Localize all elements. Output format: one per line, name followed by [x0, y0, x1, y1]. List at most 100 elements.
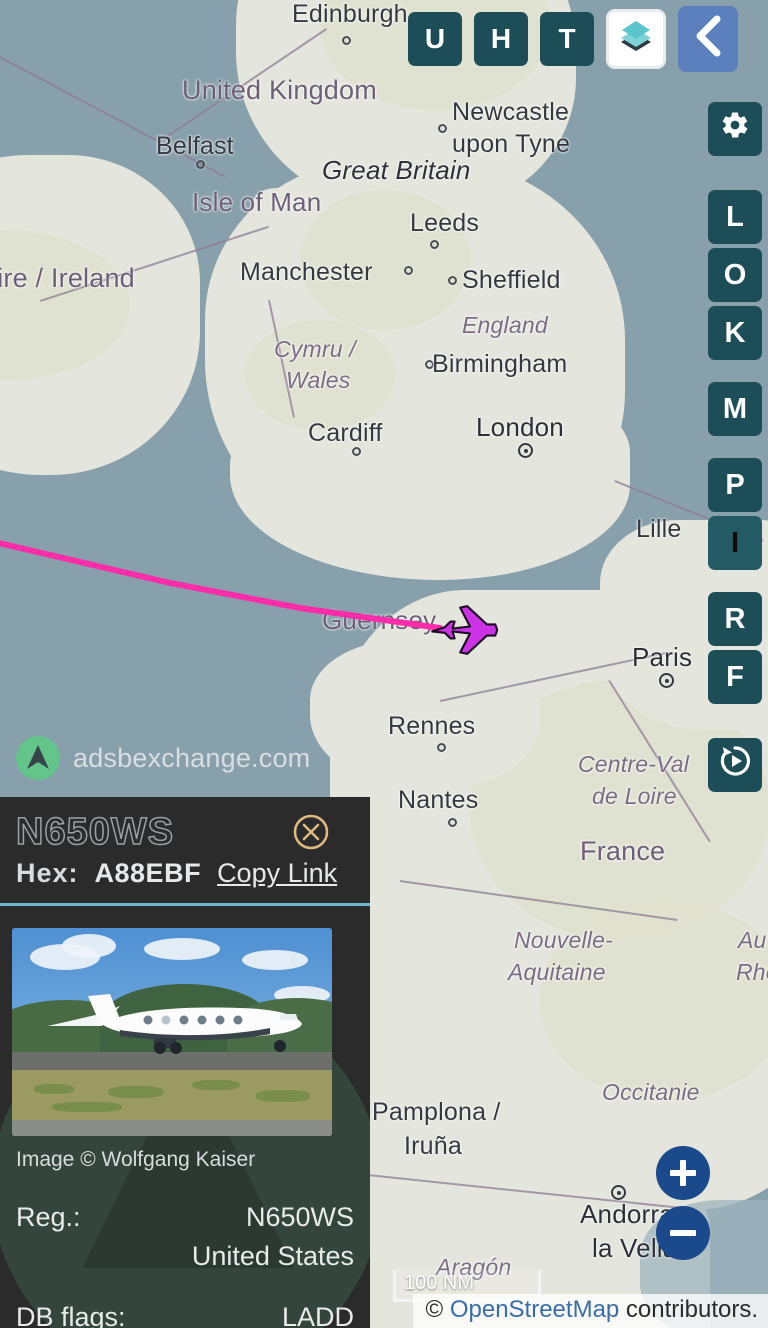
sidebar-button-l[interactable]: L	[708, 190, 762, 244]
hex-label: Hex:	[16, 858, 79, 888]
map-label: Cymru /	[274, 336, 356, 362]
map-label: Leeds	[410, 209, 480, 237]
layers-button[interactable]	[606, 9, 666, 69]
info-row-value: N650WS	[245, 1202, 354, 1232]
openstreetmap-link[interactable]: OpenStreetMap	[450, 1296, 619, 1323]
map-label: London	[476, 412, 564, 442]
map-capital-dot	[611, 1185, 626, 1200]
photo-grass-tuft	[52, 1102, 122, 1112]
map-label: Aquitaine	[508, 959, 606, 985]
photo-grass-tuft	[256, 1090, 310, 1102]
map-capital-dot	[518, 443, 533, 458]
info-row-registration: Reg.: N650WS	[12, 1202, 358, 1233]
flight-tracker-app: Edinburgh United Kingdom Newcastle upon Tyn…	[0, 0, 768, 1328]
info-row-key: Reg.:	[16, 1202, 81, 1232]
map-label: Lille	[636, 515, 682, 543]
map-city-dot	[448, 276, 457, 285]
toolbar-button-t[interactable]: T	[540, 12, 594, 66]
replay-history-icon	[718, 744, 752, 786]
photo-cloud	[242, 950, 308, 970]
map-label: de Loire	[592, 783, 677, 809]
copy-link-button[interactable]: Copy Link	[217, 858, 337, 889]
panel-body: Image © Wolfgang Kaiser Reg.: N650WS Uni…	[0, 906, 370, 1328]
map-label: Great Britain	[322, 155, 471, 185]
map-scale-label: 100 NM	[404, 1272, 475, 1294]
map-label: Newcastle	[452, 98, 570, 126]
map-label: Wales	[286, 367, 351, 393]
map-label: Edinburgh	[292, 0, 408, 28]
adsbexchange-arrow-icon	[16, 736, 60, 780]
sidebar-button-r[interactable]: R	[708, 592, 762, 646]
aircraft-info-panel: N650WS Hex: A88EBF Copy Link Image © Wol…	[0, 797, 370, 1328]
settings-button[interactable]	[708, 102, 762, 156]
panel-header: N650WS Hex: A88EBF Copy Link	[0, 797, 370, 899]
gear-icon	[720, 110, 750, 148]
hex-value: A88EBF	[94, 858, 202, 888]
map-label: Belfast	[156, 132, 234, 160]
map-label: Centre-Val	[578, 751, 690, 777]
map-city-dot	[437, 743, 446, 752]
chevron-left-icon	[693, 15, 723, 64]
zoom-in-button[interactable]	[656, 1146, 710, 1200]
photo-cloud	[62, 934, 116, 958]
map-label: Guernsey	[322, 605, 437, 635]
photo-credit: Image © Wolfgang Kaiser	[16, 1148, 256, 1171]
info-row-country: United States	[12, 1241, 358, 1272]
photo-grass-tuft	[108, 1086, 164, 1098]
map-label: Rhô	[736, 959, 768, 985]
map-label: Sheffield	[462, 266, 561, 294]
map-label: Birmingham	[432, 350, 568, 378]
brand-watermark: adsbexchange.com	[16, 736, 310, 780]
db-flags-link[interactable]: LADD	[282, 1302, 354, 1328]
map-label: Isle of Man	[192, 187, 322, 217]
zoom-controls	[656, 1146, 710, 1260]
collapse-sidebar-button[interactable]	[678, 6, 738, 72]
sidebar-button-k[interactable]: K	[708, 306, 762, 360]
zoom-out-button[interactable]	[656, 1206, 710, 1260]
map-label: Nantes	[398, 786, 479, 814]
photo-grass-tuft	[192, 1080, 240, 1090]
map-label: Manchester	[240, 258, 373, 286]
map-label: upon Tyne	[452, 130, 571, 158]
map-label: France	[580, 836, 666, 866]
map-city-dot	[352, 447, 361, 456]
map-label: England	[462, 312, 548, 338]
map-label: Pamplona /	[372, 1098, 501, 1126]
photo-aircraft	[48, 994, 302, 1054]
minus-icon	[670, 1230, 696, 1236]
map-city-dot	[404, 266, 413, 275]
map-city-dot	[196, 160, 205, 169]
plus-icon	[670, 1160, 696, 1186]
map-city-dot	[438, 124, 447, 133]
map-label: Paris	[632, 642, 693, 672]
sidebar-button-p[interactable]: P	[708, 458, 762, 512]
registration-country: United States	[191, 1241, 354, 1271]
map-label: Au	[738, 927, 767, 953]
map-city-dot	[342, 36, 351, 45]
right-toolbar: L O K M P I R F	[708, 102, 762, 796]
hex-row: Hex: A88EBF Copy Link	[16, 858, 354, 889]
aircraft-marker-icon[interactable]	[428, 600, 498, 660]
attribution-copyright: ©	[425, 1296, 450, 1323]
close-circle-icon	[292, 814, 330, 855]
info-row-db-flags: DB flags: LADD	[12, 1302, 358, 1328]
sidebar-button-i[interactable]: I	[708, 516, 762, 570]
toolbar-button-h[interactable]: H	[474, 12, 528, 66]
sidebar-button-f[interactable]: F	[708, 650, 762, 704]
brand-name: adsbexchange.com	[73, 742, 311, 773]
map-label: Occitanie	[602, 1079, 700, 1105]
photo-cloud	[144, 938, 220, 960]
map-attribution: © OpenStreetMap contributors.	[413, 1294, 768, 1328]
toolbar-button-u[interactable]: U	[408, 12, 462, 66]
info-row-key: DB flags:	[16, 1302, 126, 1328]
top-toolbar: U H T	[408, 6, 738, 72]
map-label: United Kingdom	[182, 75, 377, 105]
sidebar-button-m[interactable]: M	[708, 382, 762, 436]
replay-button[interactable]	[708, 738, 762, 792]
attribution-suffix: contributors.	[619, 1296, 758, 1323]
aircraft-photo	[12, 928, 332, 1136]
photo-grass-tuft	[34, 1084, 74, 1094]
sidebar-button-o[interactable]: O	[708, 248, 762, 302]
close-panel-button[interactable]	[292, 813, 330, 851]
map-city-dot	[448, 818, 457, 827]
